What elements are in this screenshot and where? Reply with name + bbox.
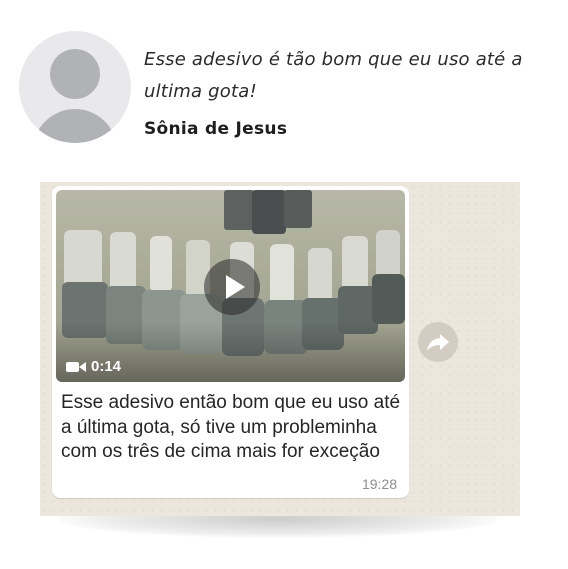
message-text: Esse adesivo então bom que eu uso até a … [61,392,401,462]
testimonial-author: Sônia de Jesus [144,119,288,139]
message-timestamp: 19:28 [361,476,397,492]
default-avatar-icon [19,31,131,143]
video-camera-icon [66,361,86,373]
message-bubble: 0:14 Esse adesivo então bom que eu uso a… [52,186,409,498]
video-thumbnail[interactable]: 0:14 [56,190,405,382]
avatar-shoulders [33,109,117,143]
play-icon[interactable] [204,259,260,315]
testimonial-card: Esse adesivo é tão bom que eu uso até a … [0,0,568,569]
avatar-head [50,49,100,99]
forward-icon[interactable] [418,322,458,362]
testimonial-quote: Esse adesivo é tão bom que eu uso até a … [144,49,523,102]
video-duration: 0:14 [66,358,121,376]
video-duration-label: 0:14 [91,358,122,375]
